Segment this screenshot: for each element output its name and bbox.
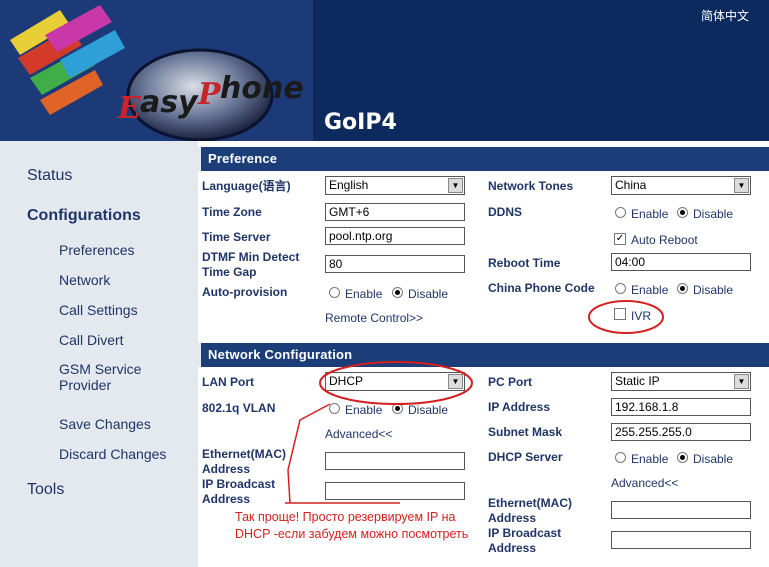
reboot-time-label: Reboot Time <box>488 256 561 270</box>
pc-ip-broadcast-input[interactable] <box>611 531 751 549</box>
dropdown-arrow-icon: ▼ <box>448 374 463 389</box>
vlan-disable-radio[interactable] <box>392 403 403 414</box>
logo-graphic: E asy P hone <box>0 0 313 141</box>
timeserver-label: Time Server <box>202 230 271 244</box>
network-tones-select[interactable]: China ▼ <box>611 176 751 195</box>
annotation-text: Так проще! Просто резервируем IP на DHCP… <box>235 510 469 541</box>
subnet-mask-input[interactable]: 255.255.255.0 <box>611 423 751 441</box>
dhcp-enable-radio[interactable] <box>615 452 626 463</box>
header: E asy P hone 简体中文 GoIP4 <box>0 0 769 141</box>
pc-port-value: Static IP <box>615 374 660 388</box>
chinese-language-link[interactable]: 简体中文 <box>701 7 749 24</box>
autoprov-enable-radio[interactable] <box>329 287 340 298</box>
product-name: GoIP4 <box>324 110 397 135</box>
china-code-disable-label: Disable <box>693 283 734 297</box>
eth-mac-label-line1: Ethernet(MAC) <box>202 447 286 461</box>
subnet-mask-label: Subnet Mask <box>488 425 563 439</box>
dtmf-input[interactable]: 80 <box>325 255 465 273</box>
china-code-enable-radio[interactable] <box>615 283 626 294</box>
lan-port-select[interactable]: DHCP ▼ <box>325 372 465 391</box>
ddns-disable-radio[interactable] <box>677 207 688 218</box>
pc-ip-broadcast-label-line1: IP Broadcast <box>488 526 562 540</box>
pc-port-select[interactable]: Static IP ▼ <box>611 372 751 391</box>
dhcp-enable-label: Enable <box>631 452 669 466</box>
ip-address-input[interactable]: 192.168.1.8 <box>611 398 751 416</box>
sidebar <box>0 141 198 567</box>
lan-ip-broadcast-input[interactable] <box>325 482 465 500</box>
svg-text:E: E <box>117 91 142 126</box>
remote-control-link[interactable]: Remote Control>> <box>325 311 423 325</box>
nav-gsm-service-provider[interactable]: GSM Service Provider <box>59 361 169 393</box>
easyphone-logo: E asy P hone <box>0 0 313 141</box>
vlan-enable-label: Enable <box>345 403 383 417</box>
china-phone-code-label: China Phone Code <box>488 281 595 295</box>
dropdown-arrow-icon: ▼ <box>734 178 749 193</box>
svg-text:asy: asy <box>140 85 199 120</box>
ip-broadcast-label-line2: Address <box>202 492 251 506</box>
autoprov-label: Auto-provision <box>202 285 288 299</box>
network-tones-value: China <box>615 178 647 192</box>
autoprov-enable-label: Enable <box>345 287 383 301</box>
lan-port-label: LAN Port <box>202 375 254 389</box>
dhcp-server-label: DHCP Server <box>488 450 563 464</box>
nav-tools[interactable]: Tools <box>27 481 64 499</box>
dropdown-arrow-icon: ▼ <box>448 178 463 193</box>
pc-port-label: PC Port <box>488 375 533 389</box>
autoprov-disable-label: Disable <box>408 287 449 301</box>
dtmf-label-line1: DTMF Min Detect <box>202 250 300 264</box>
ddns-enable-radio[interactable] <box>615 207 626 218</box>
ivr-label: IVR <box>631 309 652 323</box>
dtmf-label-line2: Time Gap <box>202 265 257 279</box>
nav-discard-changes[interactable]: Discard Changes <box>59 446 166 462</box>
pc-eth-mac-input[interactable] <box>611 501 751 519</box>
ddns-disable-label: Disable <box>693 207 734 221</box>
vlan-disable-label: Disable <box>408 403 449 417</box>
ivr-checkbox[interactable] <box>614 308 626 320</box>
ip-broadcast-label-line1: IP Broadcast <box>202 477 276 491</box>
language-label: Language(语言) <box>202 179 291 193</box>
nav-save-changes[interactable]: Save Changes <box>59 416 151 432</box>
auto-reboot-label: Auto Reboot <box>631 233 698 247</box>
lan-port-value: DHCP <box>329 374 364 388</box>
preference-header: Preference <box>198 147 769 171</box>
pc-advanced-link[interactable]: Advanced<< <box>611 476 678 490</box>
nav-network[interactable]: Network <box>59 272 110 288</box>
dhcp-disable-radio[interactable] <box>677 452 688 463</box>
vlan-label: 802.1q VLAN <box>202 401 276 415</box>
nav-status[interactable]: Status <box>27 167 72 185</box>
ddns-label: DDNS <box>488 205 523 219</box>
network-config-header: Network Configuration <box>198 343 769 367</box>
dhcp-disable-label: Disable <box>693 452 734 466</box>
china-code-disable-radio[interactable] <box>677 283 688 294</box>
lan-eth-mac-input[interactable] <box>325 452 465 470</box>
timeserver-input[interactable]: pool.ntp.org <box>325 227 465 245</box>
eth-mac-label-line2: Address <box>202 462 251 476</box>
vlan-enable-radio[interactable] <box>329 403 340 414</box>
auto-reboot-checkbox[interactable]: ✓ <box>614 233 626 245</box>
dropdown-arrow-icon: ▼ <box>734 374 749 389</box>
nav-call-divert[interactable]: Call Divert <box>59 332 124 348</box>
autoprov-disable-radio[interactable] <box>392 287 403 298</box>
nav-preferences[interactable]: Preferences <box>59 242 134 258</box>
pc-eth-mac-label-line2: Address <box>488 511 537 525</box>
lan-advanced-link[interactable]: Advanced<< <box>325 427 392 441</box>
pc-eth-mac-label-line1: Ethernet(MAC) <box>488 496 572 510</box>
pc-ip-broadcast-label-line2: Address <box>488 541 537 555</box>
timezone-input[interactable]: GMT+6 <box>325 203 465 221</box>
nav-configurations[interactable]: Configurations <box>27 207 141 225</box>
language-value: English <box>329 178 369 192</box>
svg-text:P: P <box>197 77 222 112</box>
ddns-enable-label: Enable <box>631 207 669 221</box>
svg-text:hone: hone <box>220 71 304 106</box>
ip-address-label: IP Address <box>488 400 551 414</box>
china-code-enable-label: Enable <box>631 283 669 297</box>
network-tones-label: Network Tones <box>488 179 574 193</box>
language-select[interactable]: English ▼ <box>325 176 465 195</box>
reboot-time-input[interactable]: 04:00 <box>611 253 751 271</box>
timezone-label: Time Zone <box>202 205 262 219</box>
nav-call-settings[interactable]: Call Settings <box>59 302 138 318</box>
